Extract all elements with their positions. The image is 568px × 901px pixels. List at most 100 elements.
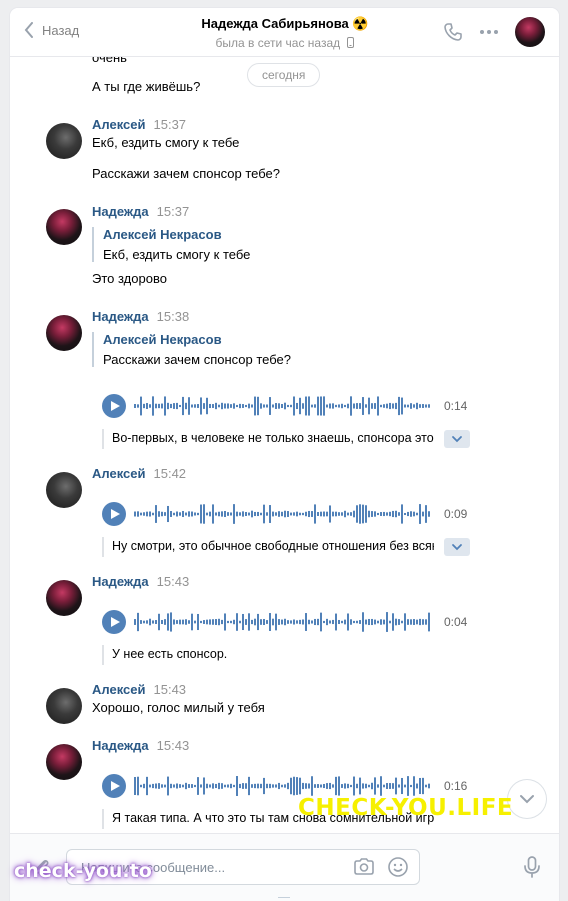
waveform-bar	[239, 403, 241, 409]
waveform-bar	[275, 512, 277, 516]
waveform-bar	[209, 511, 211, 517]
author-name[interactable]: Надежда	[92, 574, 149, 589]
author-avatar[interactable]	[46, 688, 82, 724]
message-author[interactable]: Надежда 15:38	[92, 309, 189, 324]
waveform-bar	[239, 620, 241, 624]
author-avatar[interactable]	[46, 580, 82, 616]
author-avatar[interactable]	[46, 744, 82, 780]
waveform-bar	[191, 511, 193, 517]
expand-transcript-button[interactable]	[444, 430, 470, 448]
waveform-bar	[299, 619, 301, 625]
waveform-bar	[380, 404, 382, 408]
back-button[interactable]: Назад	[24, 22, 79, 38]
author-name[interactable]: Алексей	[92, 682, 146, 697]
play-button[interactable]	[102, 610, 126, 634]
waveform-bar	[233, 619, 235, 625]
waveform-bar	[368, 784, 370, 788]
waveform-bar	[296, 777, 298, 795]
reply-quote[interactable]: Алексей Некрасов Екб, ездить смогу к теб…	[92, 227, 250, 262]
waveform[interactable]	[134, 393, 432, 419]
author-name[interactable]: Надежда	[92, 738, 149, 753]
expand-transcript-button[interactable]	[444, 538, 470, 556]
message-author[interactable]: Алексей 15:37	[92, 117, 186, 132]
chat-avatar[interactable]	[515, 17, 545, 47]
waveform[interactable]	[134, 609, 432, 635]
waveform-bar	[146, 403, 148, 409]
scroll-down-button[interactable]	[508, 780, 546, 818]
more-icon[interactable]	[479, 22, 499, 42]
waveform-bar	[194, 512, 196, 516]
waveform-bar	[392, 783, 394, 789]
author-avatar[interactable]	[46, 472, 82, 508]
waveform-bar	[392, 403, 394, 409]
waveform-bar	[197, 404, 199, 408]
waveform-bar	[407, 619, 409, 625]
waveform-bar	[236, 613, 238, 631]
waveform-bar	[320, 784, 322, 788]
author-avatar[interactable]	[46, 123, 82, 159]
author-name[interactable]: Надежда	[92, 309, 149, 324]
waveform-bar	[398, 396, 400, 416]
chat-title-block[interactable]: Надежда Сабирьянова ☢️ была в сети час н…	[160, 16, 410, 50]
waveform-bar	[344, 404, 346, 408]
message-author[interactable]: Надежда 15:43	[92, 738, 189, 753]
author-avatar[interactable]	[46, 315, 82, 351]
waveform-bar	[383, 404, 385, 408]
message-author[interactable]: Алексей 15:42	[92, 466, 186, 481]
waveform-bar	[278, 782, 280, 790]
waveform-bar	[221, 783, 223, 789]
waveform-bar	[206, 783, 208, 789]
waveform-bar	[272, 511, 274, 517]
waveform-bar	[389, 620, 391, 624]
emoji-icon[interactable]	[387, 856, 409, 878]
waveform-bar	[338, 404, 340, 408]
call-icon[interactable]	[443, 22, 463, 42]
waveform-bar	[356, 403, 358, 409]
waveform-bar	[263, 504, 265, 524]
waveform-bar	[191, 784, 193, 788]
message-author[interactable]: Надежда 15:37	[92, 204, 189, 219]
waveform-bar	[410, 784, 412, 788]
waveform-bar	[146, 776, 148, 796]
waveform-bar	[176, 620, 178, 624]
waveform-bar	[335, 511, 337, 517]
resize-handle[interactable]	[278, 897, 290, 901]
waveform-bar	[284, 510, 286, 518]
play-button[interactable]	[102, 502, 126, 526]
waveform-bar	[344, 510, 346, 518]
waveform-bar	[419, 404, 421, 408]
message-author[interactable]: Надежда 15:43	[92, 574, 189, 589]
play-button[interactable]	[102, 394, 126, 418]
waveform-bar	[203, 403, 205, 409]
author-avatar[interactable]	[46, 209, 82, 245]
waveform-bar	[365, 505, 367, 523]
author-name[interactable]: Алексей	[92, 466, 146, 481]
waveform-bar	[305, 783, 307, 789]
reply-quote[interactable]: Алексей Некрасов Расскажи зачем спонсор …	[92, 332, 291, 367]
waveform-bar	[338, 776, 340, 796]
author-name[interactable]: Надежда	[92, 204, 149, 219]
waveform-bar	[212, 504, 214, 524]
waveform-bar	[425, 404, 427, 408]
waveform-bar	[257, 396, 259, 416]
waveform-bar	[251, 404, 253, 408]
waveform-bar	[200, 397, 202, 415]
author-name[interactable]: Алексей	[92, 117, 146, 132]
play-button[interactable]	[102, 774, 126, 798]
online-status-text: была в сети час назад	[215, 36, 341, 50]
waveform-bar	[164, 784, 166, 788]
waveform-bar	[188, 511, 190, 517]
waveform-bar	[158, 783, 160, 789]
waveform[interactable]	[134, 501, 432, 527]
waveform-bar	[212, 783, 214, 789]
message-author[interactable]: Алексей 15:43	[92, 682, 186, 697]
waveform-bar	[269, 613, 271, 631]
waveform-bar	[152, 512, 154, 516]
camera-icon[interactable]	[353, 857, 375, 877]
waveform-bar	[392, 613, 394, 631]
waveform-bar	[320, 511, 322, 517]
waveform-bar	[374, 777, 376, 795]
microphone-icon[interactable]	[522, 855, 542, 879]
waveform-bar	[338, 619, 340, 625]
reply-author: Алексей Некрасов	[103, 227, 222, 242]
